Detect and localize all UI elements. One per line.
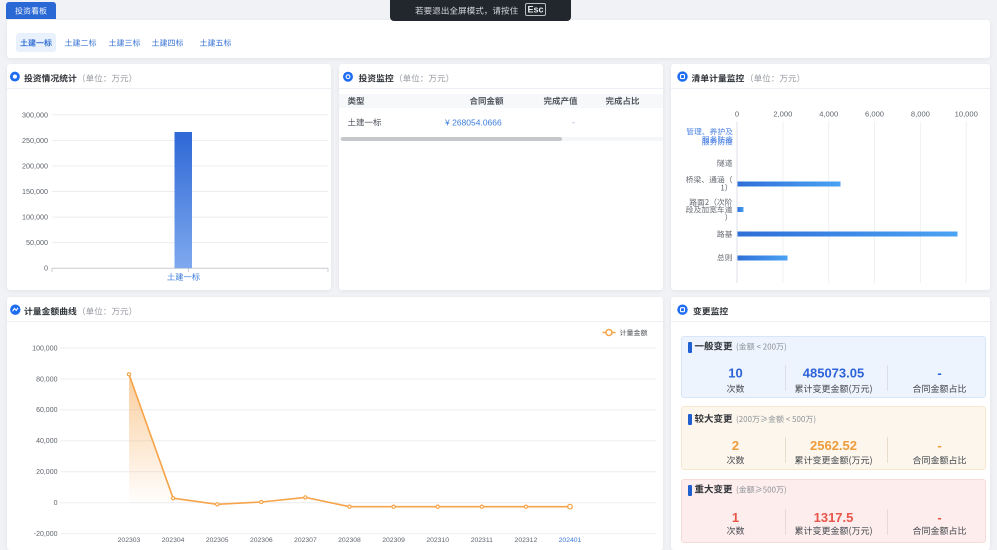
svg-text:250,000: 250,000 bbox=[22, 136, 48, 145]
svg-text:202305: 202305 bbox=[206, 537, 229, 544]
svg-text:300,000: 300,000 bbox=[22, 110, 48, 119]
svg-text:4,000: 4,000 bbox=[819, 109, 838, 118]
svg-text:20,000: 20,000 bbox=[36, 469, 58, 476]
svg-text:10: 10 bbox=[728, 366, 742, 381]
svg-text:202303: 202303 bbox=[118, 537, 141, 544]
svg-text:-: - bbox=[572, 118, 575, 128]
svg-text:-20,000: -20,000 bbox=[34, 531, 58, 538]
svg-text:100,000: 100,000 bbox=[22, 213, 48, 222]
svg-text:0: 0 bbox=[735, 109, 739, 118]
svg-text:10,000: 10,000 bbox=[955, 109, 978, 118]
svg-text:8,000: 8,000 bbox=[911, 109, 930, 118]
svg-text:202311: 202311 bbox=[471, 537, 493, 544]
svg-text:-: - bbox=[937, 510, 941, 525]
svg-text:202306: 202306 bbox=[250, 537, 273, 544]
svg-text:100,000: 100,000 bbox=[32, 345, 57, 352]
svg-text:6,000: 6,000 bbox=[865, 109, 884, 118]
svg-text:202307: 202307 bbox=[294, 537, 317, 544]
svg-text:202308: 202308 bbox=[338, 537, 361, 544]
svg-text:40,000: 40,000 bbox=[36, 438, 58, 445]
svg-text:1: 1 bbox=[732, 510, 739, 525]
svg-text:150,000: 150,000 bbox=[22, 187, 48, 196]
svg-text:2562.52: 2562.52 bbox=[810, 438, 857, 453]
svg-text:¥ 268054.0666: ¥ 268054.0666 bbox=[444, 118, 502, 128]
svg-text:0: 0 bbox=[44, 264, 48, 273]
svg-text:0: 0 bbox=[54, 500, 58, 507]
svg-text:Esc: Esc bbox=[527, 4, 543, 14]
svg-text:202310: 202310 bbox=[426, 537, 449, 544]
svg-text:1317.5: 1317.5 bbox=[814, 510, 854, 525]
svg-text:200,000: 200,000 bbox=[22, 161, 48, 170]
svg-text:2: 2 bbox=[732, 438, 739, 453]
svg-text:50,000: 50,000 bbox=[26, 238, 48, 247]
svg-text:202304: 202304 bbox=[162, 537, 185, 544]
svg-text:485073.05: 485073.05 bbox=[803, 366, 864, 381]
svg-text:202309: 202309 bbox=[382, 537, 405, 544]
svg-text:60,000: 60,000 bbox=[36, 407, 58, 414]
svg-text:2,000: 2,000 bbox=[773, 109, 792, 118]
svg-text:202312: 202312 bbox=[515, 537, 538, 544]
svg-text:202401: 202401 bbox=[559, 537, 582, 544]
svg-text:-: - bbox=[937, 438, 941, 453]
svg-text:80,000: 80,000 bbox=[36, 376, 58, 383]
svg-text:-: - bbox=[937, 366, 941, 381]
